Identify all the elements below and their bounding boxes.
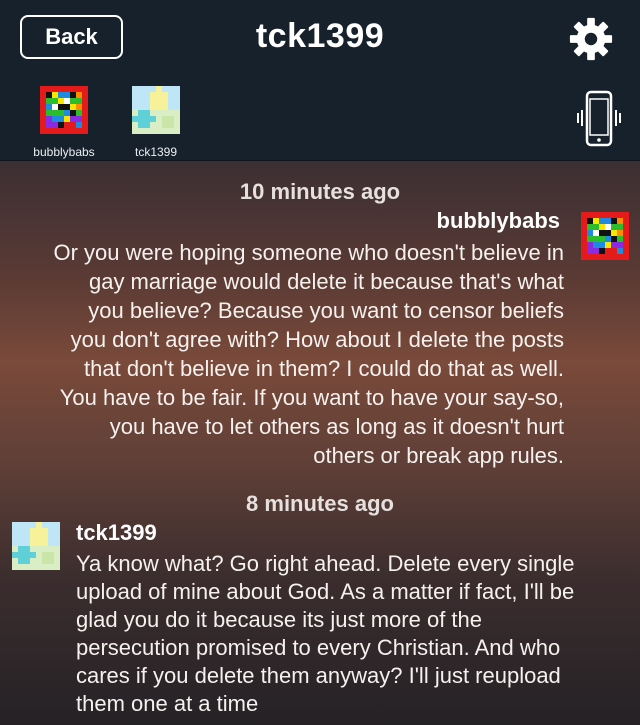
- message-line: you believe? Because you want to censor …: [88, 298, 564, 323]
- message-line: glad you do it because its just more of …: [76, 607, 483, 632]
- message-sender: bubblybabs: [436, 208, 560, 233]
- sun-landscape-pixel-avatar[interactable]: [12, 522, 60, 570]
- participant-bubblybabs[interactable]: bubblybabs: [19, 86, 109, 159]
- page-title: tck1399: [255, 17, 385, 55]
- message-body: Ya know what? Go right ahead. Delete eve…: [76, 550, 624, 718]
- message-line: Ya know what? Go right ahead. Delete eve…: [76, 551, 575, 576]
- sun-landscape-pixel-avatar: [132, 86, 180, 134]
- message-line: that don't believe in them? I could do t…: [84, 356, 564, 381]
- message-line: you don't agree with? How about I delete…: [70, 327, 564, 352]
- message-line: gay marriage would delete it because tha…: [88, 269, 564, 294]
- message-line: others or break app rules.: [313, 443, 564, 468]
- message-sender: tck1399: [76, 520, 157, 545]
- participant-tck1399[interactable]: tck1399: [111, 86, 201, 159]
- rainbow-pixel-avatar[interactable]: [581, 212, 629, 260]
- message-timestamp: 10 minutes ago: [239, 179, 401, 204]
- participant-name: bubblybabs: [33, 145, 95, 159]
- message-line: you have to let others as long as it doe…: [109, 414, 564, 439]
- message-line: Or you were hoping someone who doesn't b…: [53, 240, 564, 265]
- message-line: You have to be fair. If you want to have…: [59, 385, 564, 410]
- top-bar: Back tck1399 bubblybabs tck1399: [0, 0, 640, 161]
- phone-vibrate-icon[interactable]: [576, 90, 622, 148]
- message-line: upload of mine about God. As a matter if…: [76, 579, 575, 604]
- message-body: Or you were hoping someone who doesn't b…: [14, 238, 564, 470]
- gear-icon[interactable]: [568, 16, 614, 62]
- rainbow-pixel-avatar: [40, 86, 88, 134]
- message-line: cares if you delete them anyway? I'll ju…: [76, 663, 561, 688]
- participant-name: tck1399: [134, 145, 178, 159]
- message-timestamp: 8 minutes ago: [246, 491, 394, 516]
- message-line: them one at a time: [76, 691, 259, 716]
- message-line: persecution promised to every Christian.…: [76, 635, 561, 660]
